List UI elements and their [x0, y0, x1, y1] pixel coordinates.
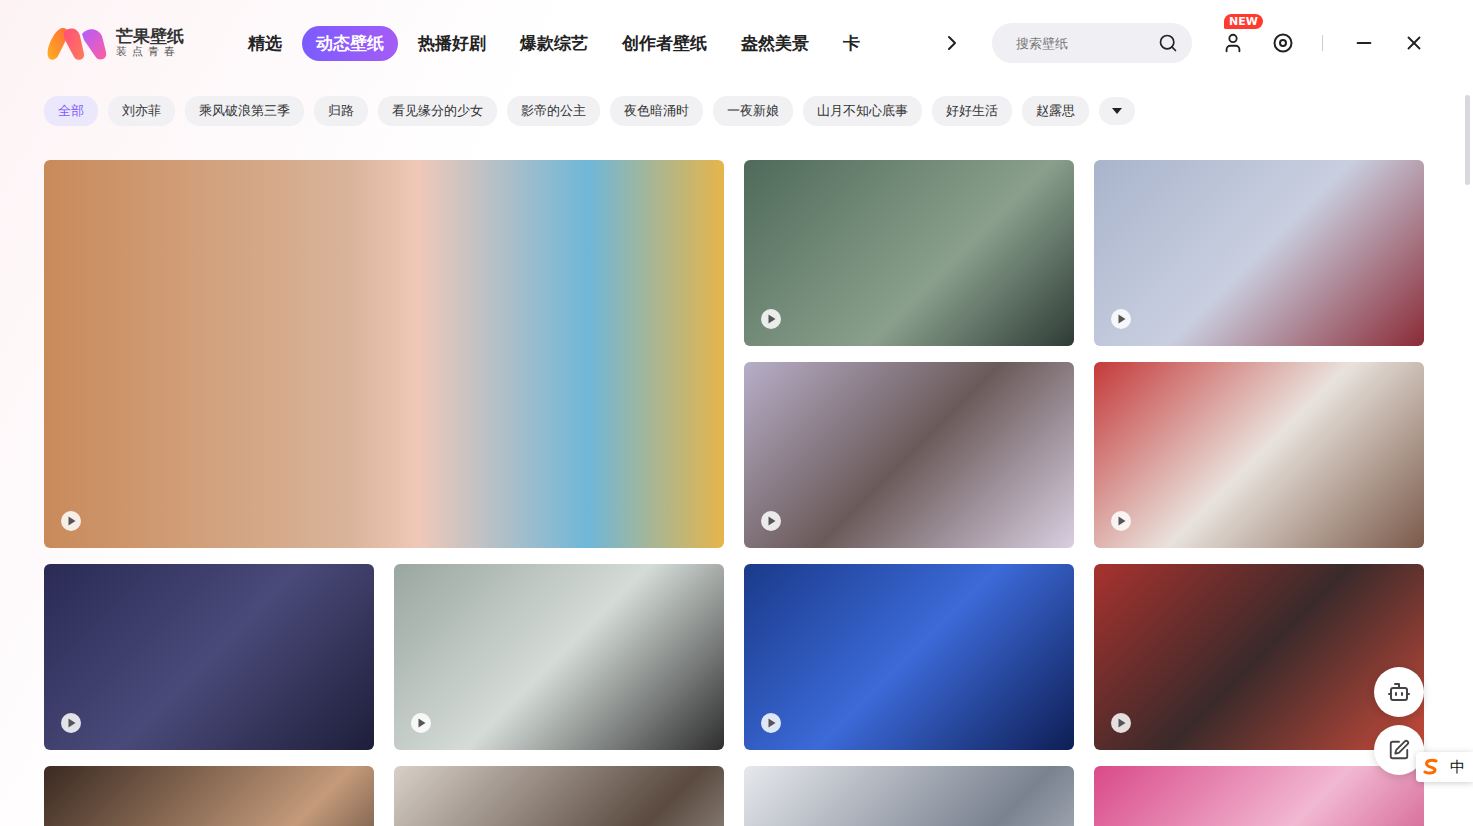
filter-chip[interactable]: 归路: [314, 96, 368, 126]
play-icon: [760, 510, 782, 532]
nav-next-button[interactable]: [940, 31, 964, 55]
minimize-icon: [1353, 32, 1375, 54]
nav-tab[interactable]: 动态壁纸: [302, 26, 398, 61]
nav-tab[interactable]: 爆款综艺: [506, 26, 602, 61]
search-input[interactable]: [1014, 35, 1158, 52]
wallpaper-grid: [0, 126, 1473, 826]
wallpaper-card[interactable]: [744, 564, 1074, 750]
chevron-right-icon: [940, 31, 964, 55]
filter-more-button[interactable]: [1099, 97, 1135, 125]
settings-button[interactable]: [1270, 30, 1296, 56]
mango-logo-icon: [44, 24, 110, 62]
app-name: 芒果壁纸: [116, 27, 184, 47]
close-button[interactable]: [1401, 30, 1427, 56]
edit-icon: [1388, 739, 1410, 761]
filter-row: 全部刘亦菲乘风破浪第三季归路看见缘分的少女影帝的公主夜色暗涌时一夜新娘山月不知心…: [0, 86, 1473, 126]
nav-tab[interactable]: 热播好剧: [404, 26, 500, 61]
close-icon: [1403, 32, 1425, 54]
filter-chip[interactable]: 一夜新娘: [713, 96, 793, 126]
wallpaper-card[interactable]: [394, 564, 724, 750]
play-icon: [1110, 510, 1132, 532]
nav-tab[interactable]: 精选: [234, 26, 296, 61]
caret-down-icon: [1111, 107, 1123, 115]
wallpaper-card[interactable]: [1094, 362, 1424, 548]
wallpaper-card[interactable]: [1094, 564, 1424, 750]
toolbar-divider: [1322, 35, 1323, 51]
wallpaper-card[interactable]: [394, 766, 724, 826]
filter-chip[interactable]: 刘亦菲: [108, 96, 175, 126]
assistant-button[interactable]: [1374, 667, 1424, 717]
top-bar: 芒果壁纸装点青春 精选动态壁纸热播好剧爆款综艺创作者壁纸盎然美景卡 NEW: [0, 0, 1473, 86]
filter-chip[interactable]: 影帝的公主: [507, 96, 600, 126]
nav-tab[interactable]: 创作者壁纸: [608, 26, 721, 61]
wallpaper-card[interactable]: [44, 766, 374, 826]
nav-tab[interactable]: 卡: [829, 26, 874, 61]
play-icon: [410, 712, 432, 734]
search-box: [992, 23, 1192, 63]
filter-chip[interactable]: 夜色暗涌时: [610, 96, 703, 126]
play-icon: [760, 308, 782, 330]
filter-chip[interactable]: 全部: [44, 96, 98, 126]
wallpaper-card[interactable]: [44, 564, 374, 750]
wallpaper-card[interactable]: [44, 160, 724, 548]
input-method-indicator[interactable]: 中: [1416, 752, 1473, 782]
play-icon: [60, 712, 82, 734]
robot-icon: [1387, 680, 1411, 704]
play-icon: [1110, 712, 1132, 734]
filter-chip[interactable]: 赵露思: [1022, 96, 1089, 126]
wallpaper-card[interactable]: [1094, 160, 1424, 346]
play-icon: [60, 510, 82, 532]
user-button[interactable]: NEW: [1220, 30, 1246, 56]
play-icon: [760, 712, 782, 734]
input-mode: 中: [1450, 758, 1465, 777]
filter-chip[interactable]: 山月不知心底事: [803, 96, 922, 126]
filter-chip[interactable]: 好好生活: [932, 96, 1012, 126]
logo-text: 芒果壁纸装点青春: [116, 27, 184, 59]
filter-chip[interactable]: 看见缘分的少女: [378, 96, 497, 126]
wallpaper-card[interactable]: [744, 362, 1074, 548]
wallpaper-app: 芒果壁纸装点青春 精选动态壁纸热播好剧爆款综艺创作者壁纸盎然美景卡 NEW 全部刘亦菲…: [0, 0, 1473, 826]
user-icon: [1222, 32, 1244, 54]
new-badge: NEW: [1224, 14, 1263, 29]
wallpaper-card[interactable]: [1094, 766, 1424, 826]
wallpaper-card[interactable]: [744, 160, 1074, 346]
wallpaper-card[interactable]: [744, 766, 1074, 826]
nav-tab[interactable]: 盎然美景: [727, 26, 823, 61]
app-slogan: 装点青春: [116, 46, 184, 59]
input-method-logo-icon: [1422, 758, 1440, 776]
scrollbar-thumb[interactable]: [1465, 95, 1470, 185]
search-icon[interactable]: [1158, 33, 1178, 53]
filter-chip[interactable]: 乘风破浪第三季: [185, 96, 304, 126]
settings-icon: [1272, 32, 1294, 54]
nav-tabs: 精选动态壁纸热播好剧爆款综艺创作者壁纸盎然美景卡: [234, 26, 934, 61]
logo[interactable]: 芒果壁纸装点青春: [44, 24, 234, 62]
play-icon: [1110, 308, 1132, 330]
minimize-button[interactable]: [1351, 30, 1377, 56]
